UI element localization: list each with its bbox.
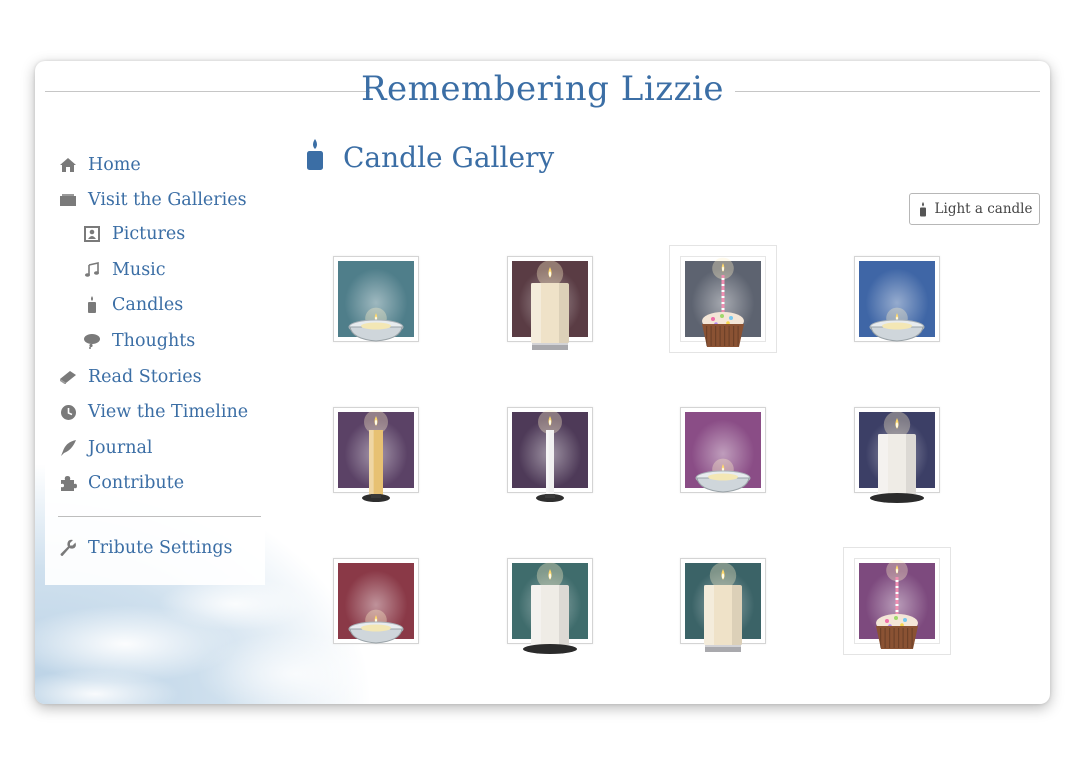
candle-image [859, 261, 935, 342]
candle-thumbnail[interactable] [680, 256, 766, 347]
candle-grid [35, 61, 1050, 704]
candle-tealight [348, 609, 404, 644]
candle-pillar-cream [531, 260, 569, 350]
candle-thumbnail[interactable] [507, 407, 593, 502]
candle-image [512, 410, 588, 502]
candle-image [338, 563, 414, 644]
candle-thumbnail[interactable] [854, 256, 940, 342]
candle-image [512, 562, 588, 654]
candle-tealight [869, 307, 925, 342]
candle-cupcake [702, 257, 744, 347]
candle-image [859, 411, 935, 503]
candle-thumbnail[interactable] [333, 256, 419, 342]
candle-pillar-cream [704, 562, 742, 652]
candle-image [685, 257, 761, 347]
candle-tealight [348, 307, 404, 342]
candle-thumbnail[interactable] [507, 256, 593, 350]
candle-image [859, 559, 935, 649]
candle-thumbnail[interactable] [854, 558, 940, 649]
candle-thumbnail[interactable] [333, 558, 419, 644]
tribute-card: Remembering Lizzie Home Visit the Galler… [35, 61, 1050, 704]
candle-thumbnail[interactable] [854, 407, 940, 503]
candle-taper-white [536, 410, 564, 502]
candle-thumbnail[interactable] [507, 558, 593, 654]
candle-tealight [695, 458, 751, 493]
candle-thumbnail[interactable] [333, 407, 419, 502]
candle-image [338, 410, 414, 502]
candle-cupcake [876, 559, 918, 649]
candle-image [685, 412, 761, 493]
candle-thumbnail[interactable] [680, 407, 766, 493]
candle-pillar-white [523, 562, 577, 654]
candle-taper-gold [362, 410, 390, 502]
candle-image [685, 562, 761, 652]
candle-pillar-white [870, 411, 924, 503]
candle-thumbnail[interactable] [680, 558, 766, 652]
candle-image [338, 261, 414, 342]
candle-image [512, 260, 588, 350]
